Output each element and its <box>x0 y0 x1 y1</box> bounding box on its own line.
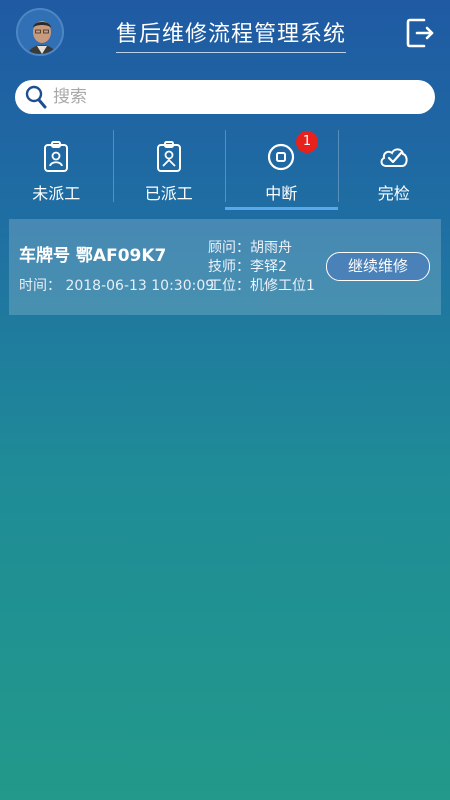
tab-inspected[interactable]: 完检 <box>337 128 450 210</box>
tab-dispatched[interactable]: 已派工 <box>112 128 226 210</box>
license-plate: 车牌号 鄂AF09K7 <box>19 246 167 266</box>
logout-icon <box>406 18 434 48</box>
badge-person-icon <box>44 141 69 172</box>
tab-undispatched[interactable]: 未派工 <box>0 128 113 210</box>
tab-label: 已派工 <box>144 184 193 203</box>
continue-repair-button[interactable]: 继续维修 <box>326 252 430 281</box>
avatar-icon <box>18 10 62 54</box>
status-tabs: 未派工 已派工 1 中断 完检 <box>0 128 450 210</box>
pause-circle-icon <box>268 143 295 171</box>
search-icon <box>25 85 47 109</box>
cloud-check-icon <box>380 148 408 167</box>
search-bar[interactable] <box>15 80 435 114</box>
tab-interrupted[interactable]: 1 中断 <box>225 128 338 210</box>
advisor-text: 顾问：胡雨舟 <box>208 240 292 256</box>
tab-label: 中断 <box>265 184 298 203</box>
app-header: 售后维修流程管理系统 <box>0 0 450 68</box>
station-text: 工位：机修工位1 <box>208 278 315 294</box>
order-details: 顾问：胡雨舟 技师：李铎2 工位：机修工位1 <box>208 239 315 296</box>
order-time: 时间： 2018-06-13 10:30:09 <box>19 278 215 294</box>
logout-button[interactable] <box>404 16 436 50</box>
tab-label: 未派工 <box>32 184 81 203</box>
order-card[interactable]: 车牌号 鄂AF09K7 时间： 2018-06-13 10:30:09 顾问：胡… <box>9 219 441 315</box>
page-title: 售后维修流程管理系统 <box>116 16 346 53</box>
tab-label: 完检 <box>377 184 410 203</box>
badge-person-icon <box>156 141 181 172</box>
search-input[interactable] <box>53 87 413 107</box>
notification-badge: 1 <box>296 131 318 153</box>
user-avatar[interactable] <box>16 8 64 56</box>
technician-text: 技师：李铎2 <box>208 259 287 275</box>
